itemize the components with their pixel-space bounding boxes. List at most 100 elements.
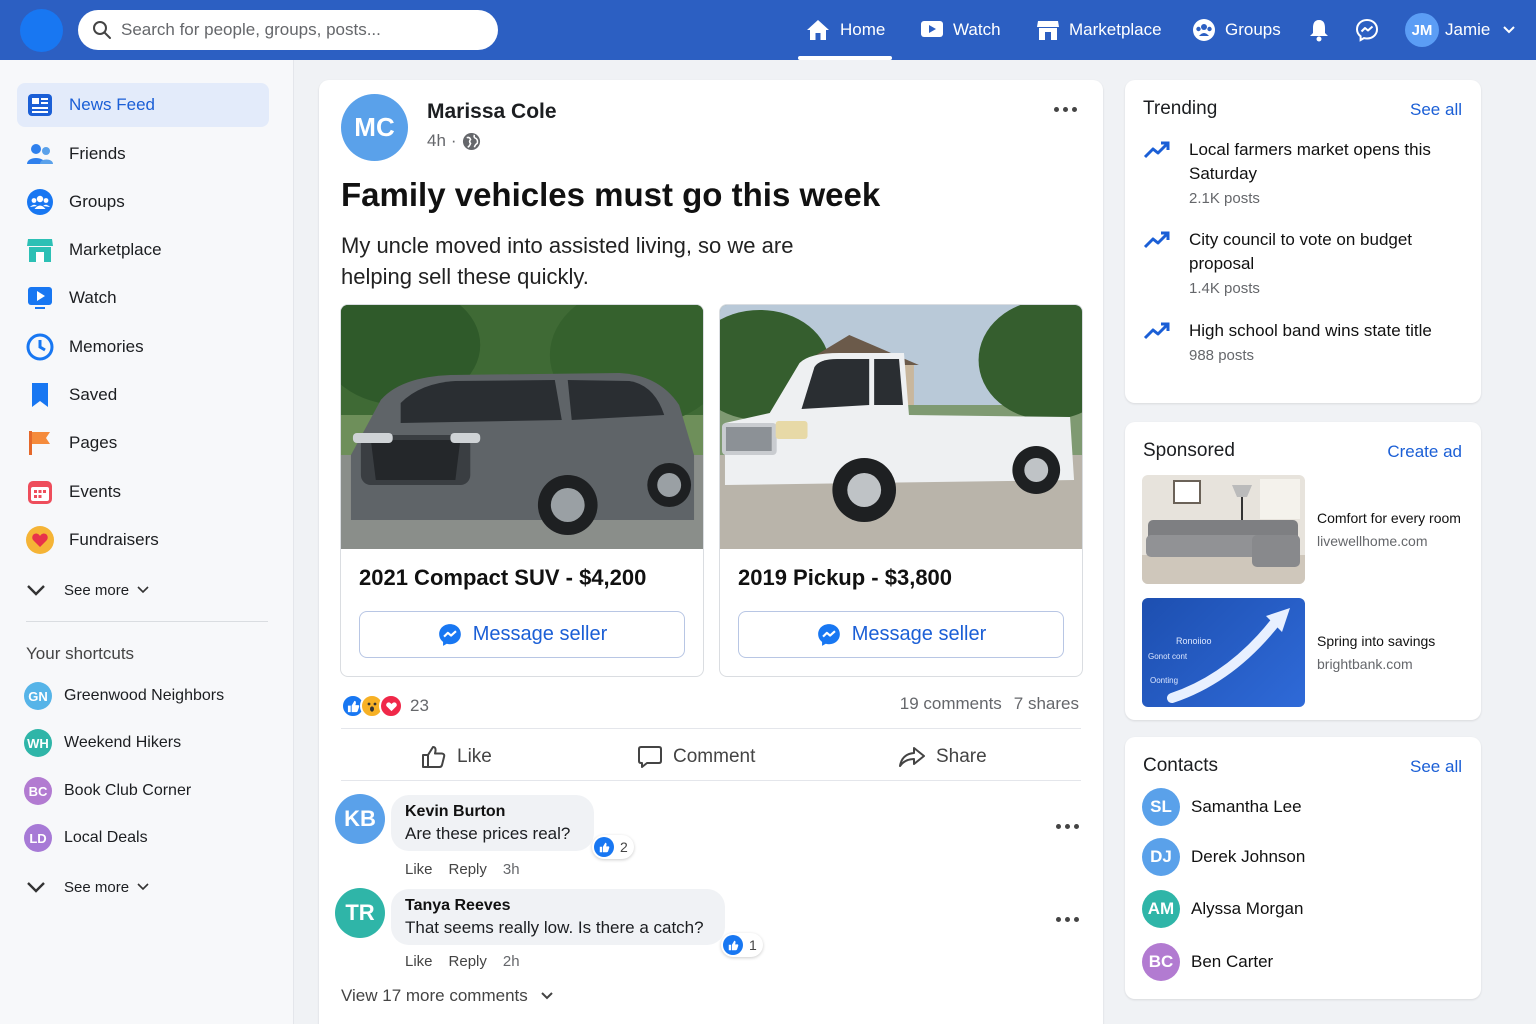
contact-avatar: AM <box>1142 890 1180 928</box>
bank-ad-image: Ronoiioo Gonot cont Oonting <box>1142 598 1305 707</box>
share-button[interactable]: Share <box>898 740 987 774</box>
contact-item[interactable]: BC Ben Carter <box>1142 942 1273 982</box>
messenger-button[interactable] <box>1351 14 1383 46</box>
comment-reply-button[interactable]: Reply <box>449 953 487 970</box>
author-avatar[interactable]: MC <box>341 94 408 161</box>
comment-label: Comment <box>673 746 756 767</box>
trending-see-all[interactable]: See all <box>1410 100 1462 120</box>
messenger-icon <box>438 623 461 646</box>
author-name[interactable]: Marissa Cole <box>427 100 557 124</box>
commenter-avatar[interactable]: KB <box>335 794 385 844</box>
shares-count[interactable]: 7 shares <box>1014 694 1079 714</box>
left-sidebar: News Feed Friends Groups Marketplace Wat… <box>0 60 294 1024</box>
sidebar-item-friends[interactable]: Friends <box>17 132 269 176</box>
contact-avatar: DJ <box>1142 838 1180 876</box>
like-button[interactable]: Like <box>421 740 492 774</box>
nav-groups-label: Groups <box>1225 20 1281 39</box>
comment-button[interactable]: Comment <box>637 740 755 774</box>
commenter-name[interactable]: Kevin Burton <box>405 803 580 821</box>
shortcut-greenwood-neighbors[interactable]: GN Greenwood Neighbors <box>24 680 224 712</box>
contact-name: Samantha Lee <box>1191 797 1302 816</box>
shortcut-avatar: GN <box>24 682 52 710</box>
contact-item[interactable]: AM Alyssa Morgan <box>1142 889 1303 929</box>
comment-reply-button[interactable]: Reply <box>449 861 487 878</box>
contact-name: Ben Carter <box>1191 952 1274 971</box>
trending-item[interactable]: City council to vote on budget proposal … <box>1143 228 1463 297</box>
listing-card[interactable]: 2021 Compact SUV - $4,200 Message seller <box>340 304 704 677</box>
comment-like-button[interactable]: Like <box>405 861 433 878</box>
love-reaction-icon <box>379 694 403 718</box>
bookmark-icon <box>25 380 55 410</box>
contacts-card: Contacts See all SL Samantha Lee DJ Dere… <box>1125 737 1481 999</box>
sidebar-item-marketplace[interactable]: Marketplace <box>17 228 269 272</box>
comment-options-button[interactable] <box>1056 917 1079 922</box>
search-input[interactable] <box>121 20 461 40</box>
comment-reaction-count[interactable]: 1 <box>721 933 763 957</box>
sidebar-item-fundraisers[interactable]: Fundraisers <box>17 518 269 562</box>
chevron-down-icon <box>137 586 149 594</box>
search-box[interactable] <box>78 10 498 50</box>
comment-time: 3h <box>502 861 520 878</box>
sponsored-ad[interactable]: Comfort for every room livewellhome.com <box>1142 475 1464 584</box>
sponsored-heading: Sponsored <box>1143 440 1235 461</box>
shortcuts-see-more[interactable]: See more <box>26 872 149 902</box>
trending-item[interactable]: Local farmers market opens this Saturday… <box>1143 138 1463 207</box>
trending-text: City council to vote on budget proposal <box>1189 230 1413 273</box>
sidebar-item-memories[interactable]: Memories <box>17 325 269 369</box>
comment-reaction-count[interactable]: 2 <box>592 835 634 859</box>
comment-text: That seems really low. Is there a catch? <box>405 918 704 937</box>
comments-count[interactable]: 19 comments <box>900 694 1002 714</box>
sidebar-item-events[interactable]: Events <box>17 470 269 514</box>
sidebar-item-groups[interactable]: Groups <box>17 180 269 224</box>
comment-options-button[interactable] <box>1056 824 1079 829</box>
profile-menu[interactable]: JM Jamie <box>1405 12 1516 48</box>
marketplace-icon <box>1037 21 1059 40</box>
shortcut-local-deals[interactable]: LD Local Deals <box>24 822 148 854</box>
notifications-button[interactable] <box>1303 14 1335 46</box>
sidebar-item-pages[interactable]: Pages <box>17 421 269 465</box>
watch-icon <box>921 21 943 37</box>
post-time[interactable]: 4h <box>427 131 446 151</box>
contacts-see-all[interactable]: See all <box>1410 757 1462 777</box>
messenger-icon <box>817 623 840 646</box>
post-options-button[interactable] <box>1054 107 1077 112</box>
listing-card[interactable]: 2019 Pickup - $3,800 Message seller <box>719 304 1083 677</box>
clock-icon <box>25 332 55 362</box>
view-more-comments[interactable]: View 17 more comments <box>341 986 554 1006</box>
shortcut-book-club-corner[interactable]: BC Book Club Corner <box>24 775 191 807</box>
nav-groups[interactable]: Groups <box>1192 0 1281 60</box>
home-icon <box>807 20 829 40</box>
globe-icon <box>462 132 480 150</box>
sidebar-see-more[interactable]: See more <box>26 575 149 605</box>
nav-home[interactable]: Home <box>805 0 885 60</box>
sidebar-item-label: Pages <box>69 433 118 452</box>
like-reaction-icon <box>723 935 743 955</box>
commenter-name[interactable]: Tanya Reeves <box>405 897 711 915</box>
trending-heading: Trending <box>1143 98 1218 119</box>
sidebar-item-watch[interactable]: Watch <box>17 276 269 320</box>
sidebar-item-saved[interactable]: Saved <box>17 373 269 417</box>
divider <box>341 728 1081 729</box>
nav-marketplace-label: Marketplace <box>1069 20 1162 39</box>
nav-marketplace[interactable]: Marketplace <box>1036 0 1162 60</box>
shortcut-avatar: WH <box>24 729 52 757</box>
ad-image-text: Ronoiioo <box>1176 636 1212 646</box>
trending-item[interactable]: High school band wins state title 988 po… <box>1143 319 1463 364</box>
create-ad-link[interactable]: Create ad <box>1387 442 1462 462</box>
shortcut-weekend-hikers[interactable]: WH Weekend Hikers <box>24 727 181 759</box>
message-seller-button[interactable]: Message seller <box>359 611 685 658</box>
contact-item[interactable]: DJ Derek Johnson <box>1142 837 1305 877</box>
trending-up-icon <box>1143 322 1170 340</box>
contact-item[interactable]: SL Samantha Lee <box>1142 787 1302 827</box>
sidebar-item-news-feed[interactable]: News Feed <box>17 83 269 127</box>
nav-watch[interactable]: Watch <box>920 0 1001 60</box>
message-seller-button[interactable]: Message seller <box>738 611 1064 658</box>
contact-avatar: SL <box>1142 788 1180 826</box>
commenter-avatar[interactable]: TR <box>335 888 385 938</box>
comment-bubble: Tanya Reeves That seems really low. Is t… <box>391 889 725 945</box>
app-logo[interactable] <box>20 9 63 52</box>
sponsored-ad[interactable]: Ronoiioo Gonot cont Oonting Spring into … <box>1142 598 1464 707</box>
shortcut-label: Greenwood Neighbors <box>64 687 225 704</box>
reactions-summary[interactable]: 23 <box>341 694 429 718</box>
comment-like-button[interactable]: Like <box>405 953 433 970</box>
